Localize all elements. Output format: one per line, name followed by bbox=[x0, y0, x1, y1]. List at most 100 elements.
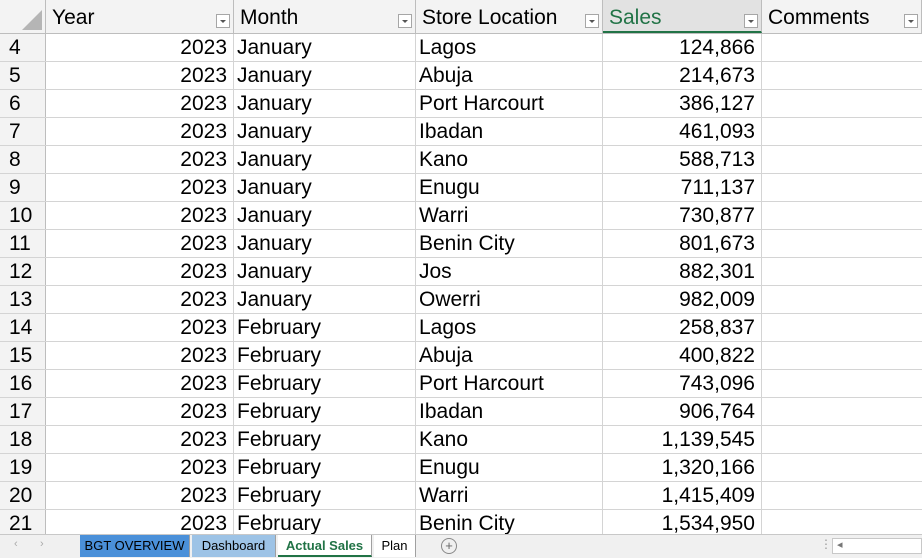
cell-month[interactable]: January bbox=[234, 62, 416, 89]
cell-month[interactable]: February bbox=[234, 426, 416, 453]
row-header[interactable]: 11 bbox=[0, 230, 46, 257]
cell-comments[interactable] bbox=[762, 34, 922, 61]
cell-month[interactable]: February bbox=[234, 314, 416, 341]
plus-circle-icon[interactable]: + bbox=[441, 538, 457, 554]
sheet-tab-actual-sales[interactable]: Actual Sales bbox=[278, 535, 372, 557]
chevron-right-icon[interactable]: › bbox=[40, 538, 44, 550]
cell-month[interactable]: February bbox=[234, 510, 416, 537]
cell-store-location[interactable]: Benin City bbox=[416, 510, 603, 537]
filter-dropdown-icon[interactable] bbox=[216, 14, 230, 28]
row-header[interactable]: 17 bbox=[0, 398, 46, 425]
cell-store-location[interactable]: Port Harcourt bbox=[416, 370, 603, 397]
cell-store-location[interactable]: Ibadan bbox=[416, 398, 603, 425]
cell-sales[interactable]: 882,301 bbox=[603, 258, 762, 285]
column-header-year[interactable]: Year bbox=[46, 0, 234, 33]
cell-store-location[interactable]: Kano bbox=[416, 426, 603, 453]
cell-comments[interactable] bbox=[762, 174, 922, 201]
cell-sales[interactable]: 801,673 bbox=[603, 230, 762, 257]
row-header[interactable]: 6 bbox=[0, 90, 46, 117]
cell-sales[interactable]: 711,137 bbox=[603, 174, 762, 201]
cell-year[interactable]: 2023 bbox=[46, 510, 234, 537]
cell-year[interactable]: 2023 bbox=[46, 174, 234, 201]
cell-year[interactable]: 2023 bbox=[46, 426, 234, 453]
row-header[interactable]: 20 bbox=[0, 482, 46, 509]
cell-sales[interactable]: 730,877 bbox=[603, 202, 762, 229]
cell-store-location[interactable]: Kano bbox=[416, 146, 603, 173]
cell-year[interactable]: 2023 bbox=[46, 202, 234, 229]
cell-month[interactable]: January bbox=[234, 174, 416, 201]
row-header[interactable]: 21 bbox=[0, 510, 46, 537]
cell-store-location[interactable]: Enugu bbox=[416, 454, 603, 481]
row-header[interactable]: 19 bbox=[0, 454, 46, 481]
cell-comments[interactable] bbox=[762, 118, 922, 145]
cell-month[interactable]: February bbox=[234, 370, 416, 397]
column-header-comments[interactable]: Comments bbox=[762, 0, 922, 33]
cell-comments[interactable] bbox=[762, 146, 922, 173]
scroll-left-icon[interactable]: ◂ bbox=[837, 538, 843, 551]
cell-month[interactable]: February bbox=[234, 398, 416, 425]
cell-comments[interactable] bbox=[762, 342, 922, 369]
cell-year[interactable]: 2023 bbox=[46, 146, 234, 173]
cell-sales[interactable]: 588,713 bbox=[603, 146, 762, 173]
cell-sales[interactable]: 906,764 bbox=[603, 398, 762, 425]
row-header[interactable]: 8 bbox=[0, 146, 46, 173]
cell-month[interactable]: January bbox=[234, 230, 416, 257]
cell-sales[interactable]: 124,866 bbox=[603, 34, 762, 61]
filter-dropdown-icon[interactable] bbox=[585, 14, 599, 28]
row-header[interactable]: 4 bbox=[0, 34, 46, 61]
cell-store-location[interactable]: Jos bbox=[416, 258, 603, 285]
cell-store-location[interactable]: Ibadan bbox=[416, 118, 603, 145]
cell-comments[interactable] bbox=[762, 398, 922, 425]
cell-comments[interactable] bbox=[762, 510, 922, 537]
cell-store-location[interactable]: Owerri bbox=[416, 286, 603, 313]
cell-year[interactable]: 2023 bbox=[46, 62, 234, 89]
cell-store-location[interactable]: Warri bbox=[416, 482, 603, 509]
cell-sales[interactable]: 461,093 bbox=[603, 118, 762, 145]
filter-dropdown-icon[interactable] bbox=[904, 14, 918, 28]
cell-month[interactable]: January bbox=[234, 90, 416, 117]
cell-year[interactable]: 2023 bbox=[46, 342, 234, 369]
cell-year[interactable]: 2023 bbox=[46, 90, 234, 117]
cell-sales[interactable]: 1,320,166 bbox=[603, 454, 762, 481]
splitter-handle-icon[interactable]: ⋮ bbox=[820, 537, 832, 551]
cell-comments[interactable] bbox=[762, 286, 922, 313]
cell-month[interactable]: January bbox=[234, 286, 416, 313]
sheet-tab-dashboard[interactable]: Dashboard bbox=[192, 535, 276, 557]
cell-sales[interactable]: 1,139,545 bbox=[603, 426, 762, 453]
column-header-month[interactable]: Month bbox=[234, 0, 416, 33]
cell-comments[interactable] bbox=[762, 202, 922, 229]
cell-year[interactable]: 2023 bbox=[46, 454, 234, 481]
row-header[interactable]: 9 bbox=[0, 174, 46, 201]
cell-year[interactable]: 2023 bbox=[46, 258, 234, 285]
cell-comments[interactable] bbox=[762, 482, 922, 509]
cell-month[interactable]: January bbox=[234, 258, 416, 285]
row-header[interactable]: 15 bbox=[0, 342, 46, 369]
chevron-left-icon[interactable]: ‹ bbox=[14, 538, 18, 550]
cell-year[interactable]: 2023 bbox=[46, 370, 234, 397]
cell-sales[interactable]: 400,822 bbox=[603, 342, 762, 369]
cell-year[interactable]: 2023 bbox=[46, 398, 234, 425]
cell-month[interactable]: February bbox=[234, 454, 416, 481]
cell-store-location[interactable]: Port Harcourt bbox=[416, 90, 603, 117]
cell-month[interactable]: January bbox=[234, 34, 416, 61]
cell-sales[interactable]: 743,096 bbox=[603, 370, 762, 397]
cell-sales[interactable]: 386,127 bbox=[603, 90, 762, 117]
cell-store-location[interactable]: Enugu bbox=[416, 174, 603, 201]
cell-store-location[interactable]: Lagos bbox=[416, 34, 603, 61]
cell-month[interactable]: January bbox=[234, 118, 416, 145]
cell-comments[interactable] bbox=[762, 370, 922, 397]
cell-comments[interactable] bbox=[762, 230, 922, 257]
row-header[interactable]: 18 bbox=[0, 426, 46, 453]
row-header[interactable]: 14 bbox=[0, 314, 46, 341]
cell-comments[interactable] bbox=[762, 258, 922, 285]
cell-year[interactable]: 2023 bbox=[46, 118, 234, 145]
cell-month[interactable]: January bbox=[234, 202, 416, 229]
column-header-store-location[interactable]: Store Location bbox=[416, 0, 603, 33]
cell-sales[interactable]: 258,837 bbox=[603, 314, 762, 341]
cell-store-location[interactable]: Abuja bbox=[416, 342, 603, 369]
cell-sales[interactable]: 1,415,409 bbox=[603, 482, 762, 509]
cell-month[interactable]: February bbox=[234, 342, 416, 369]
row-header[interactable]: 10 bbox=[0, 202, 46, 229]
cell-year[interactable]: 2023 bbox=[46, 286, 234, 313]
cell-comments[interactable] bbox=[762, 90, 922, 117]
